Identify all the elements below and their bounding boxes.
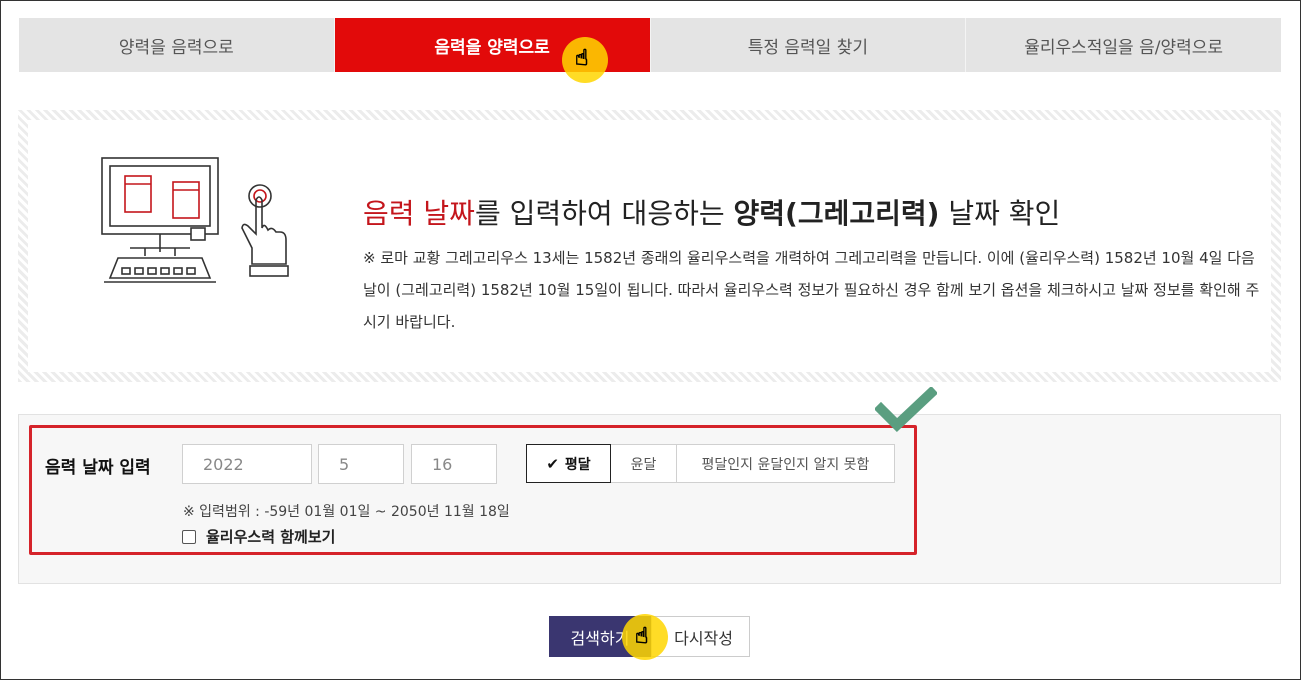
leap-month-option[interactable]: 윤달 xyxy=(610,444,677,483)
tab-solar-to-lunar[interactable]: 양력을 음력으로 xyxy=(19,18,335,72)
day-input[interactable] xyxy=(411,444,497,484)
moon-type-selector: ✔ 평달 윤달 평달인지 윤달인지 알지 못함 xyxy=(526,444,895,483)
unknown-month-option[interactable]: 평달인지 윤달인지 알지 못함 xyxy=(676,444,895,483)
julian-checkbox-label: 율리우스력 함께보기 xyxy=(206,528,336,546)
julian-checkbox-row[interactable]: 율리우스력 함께보기 xyxy=(182,526,335,547)
form-label: 음력 날짜 입력 xyxy=(45,458,151,478)
range-note: ※ 입력범위 : -59년 01월 01일 ~ 2050년 11월 18일 xyxy=(183,504,510,520)
computer-illustration xyxy=(101,157,289,283)
month-input[interactable] xyxy=(318,444,404,484)
touch-hand-icon xyxy=(241,184,289,277)
check-icon: ✔ xyxy=(546,454,559,473)
info-title: 음력 날짜를 입력하여 대응하는 양력(그레고리력) 날짜 확인 xyxy=(363,197,1061,230)
hand-pointer-icon: ☝ xyxy=(574,46,589,72)
tab-bar: 양력을 음력으로 음력을 양력으로 특정 음력일 찾기 율리우스적일을 음/양력… xyxy=(19,18,1281,72)
tab-find-lunar-day[interactable]: 특정 음력일 찾기 xyxy=(650,18,967,72)
tab-julian-day[interactable]: 율리우스적일을 음/양력으로 xyxy=(966,18,1281,72)
info-panel-inner: 음력 날짜를 입력하여 대응하는 양력(그레고리력) 날짜 확인 ※ 로마 교황… xyxy=(28,120,1271,372)
hand-pointer-icon: ☝ xyxy=(634,624,649,650)
check-icon xyxy=(875,387,937,432)
info-panel: 음력 날짜를 입력하여 대응하는 양력(그레고리력) 날짜 확인 ※ 로마 교황… xyxy=(18,110,1281,382)
normal-month-option[interactable]: ✔ 평달 xyxy=(526,444,611,483)
julian-checkbox[interactable] xyxy=(182,529,196,544)
info-description: ※ 로마 교황 그레고리우스 13세는 1582년 종래의 율리우스력을 개력하… xyxy=(363,249,1260,331)
year-input[interactable] xyxy=(182,444,312,484)
